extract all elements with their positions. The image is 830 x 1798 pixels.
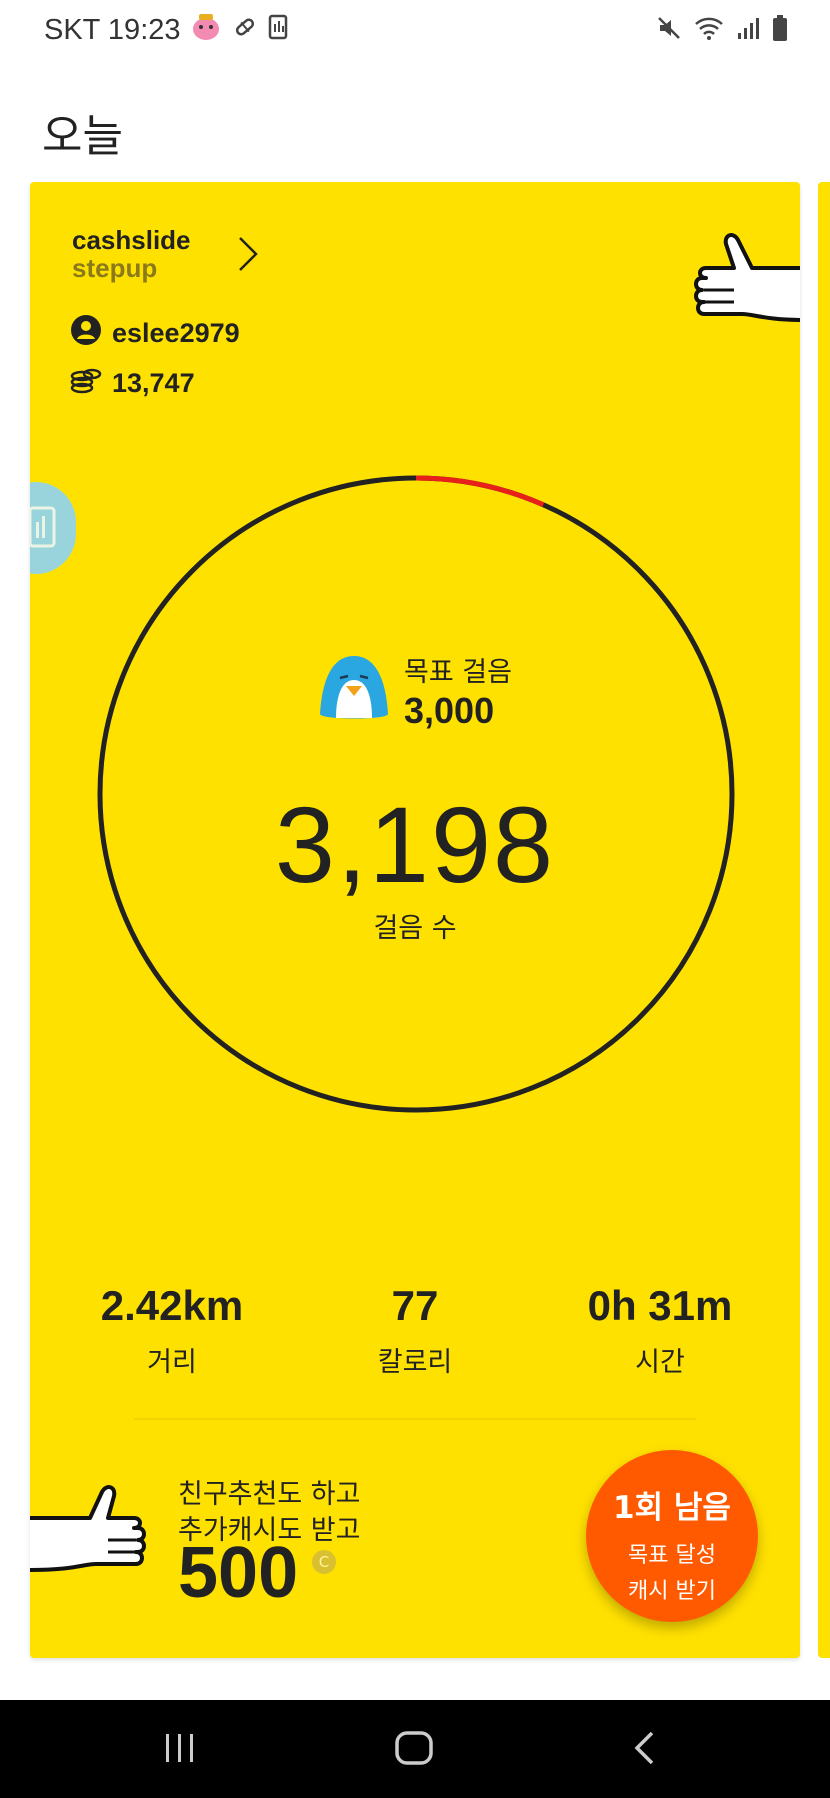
time-label: 시간	[635, 1347, 685, 1378]
claim-cash-button[interactable]: 1회 남음 목표 달성 캐시 받기	[586, 1450, 758, 1622]
time-value: 0h 31m	[587, 1282, 733, 1329]
page-title: 오늘	[42, 111, 123, 162]
chevron-right-icon[interactable]	[236, 234, 260, 278]
username: eslee2979	[112, 318, 240, 348]
promo-amount[interactable]: 500	[178, 1532, 298, 1614]
goal-value: 3,000	[404, 690, 495, 731]
status-bar: SKT 19:23	[0, 0, 830, 62]
promo-line1: 친구추천도 하고	[178, 1479, 361, 1510]
device-icon	[268, 14, 288, 44]
user-icon	[70, 314, 102, 353]
next-card-peek[interactable]	[818, 182, 830, 1658]
coin-row: 13,747	[70, 366, 195, 401]
penguin-icon	[314, 652, 394, 728]
recent-apps-icon[interactable]	[162, 1730, 198, 1770]
thumbs-up-icon	[30, 1484, 150, 1584]
pill-icon	[232, 14, 258, 44]
distance-label: 거리	[147, 1347, 197, 1378]
brand-line2: stepup	[72, 253, 158, 283]
brand-line1: cashslide	[72, 225, 191, 255]
calories-label: 칼로리	[377, 1347, 453, 1378]
badge-title: 1회 남음	[613, 1490, 731, 1526]
back-icon[interactable]	[632, 1730, 656, 1770]
coins-icon	[70, 366, 102, 401]
step-card: cashslide stepup eslee2979 13,747 목표 걸음 …	[30, 182, 800, 1658]
step-count-label: 걸음 수	[373, 913, 457, 944]
calories-value: 77	[391, 1282, 439, 1329]
carrier-time: SKT 19:23	[44, 14, 181, 46]
stat-calories: 77 칼로리	[295, 1282, 535, 1379]
distance-value: 2.42km	[100, 1282, 244, 1329]
cash-coin-icon: C	[312, 1550, 336, 1574]
badge-line2: 캐시 받기	[628, 1579, 716, 1604]
side-chart-tab[interactable]	[30, 482, 76, 574]
piggy-icon	[190, 12, 222, 46]
progress-overflow-arc	[415, 475, 545, 508]
user-row: eslee2979	[70, 314, 240, 353]
thumbs-up-icon	[694, 228, 800, 342]
home-icon[interactable]	[394, 1730, 434, 1770]
step-count: 3,198	[274, 784, 556, 905]
mute-icon	[656, 15, 682, 45]
brand-logo[interactable]: cashslide stepup	[72, 226, 191, 282]
coin-balance: 13,747	[112, 368, 195, 398]
signal-icon	[736, 15, 760, 45]
navigation-bar	[0, 1700, 830, 1798]
battery-icon	[772, 14, 788, 46]
stat-time: 0h 31m 시간	[540, 1282, 780, 1379]
wifi-icon	[694, 15, 724, 45]
goal-label: 목표 걸음	[404, 657, 512, 688]
stat-distance: 2.42km 거리	[52, 1282, 292, 1379]
divider	[134, 1418, 696, 1420]
badge-line1: 목표 달성	[628, 1543, 716, 1568]
